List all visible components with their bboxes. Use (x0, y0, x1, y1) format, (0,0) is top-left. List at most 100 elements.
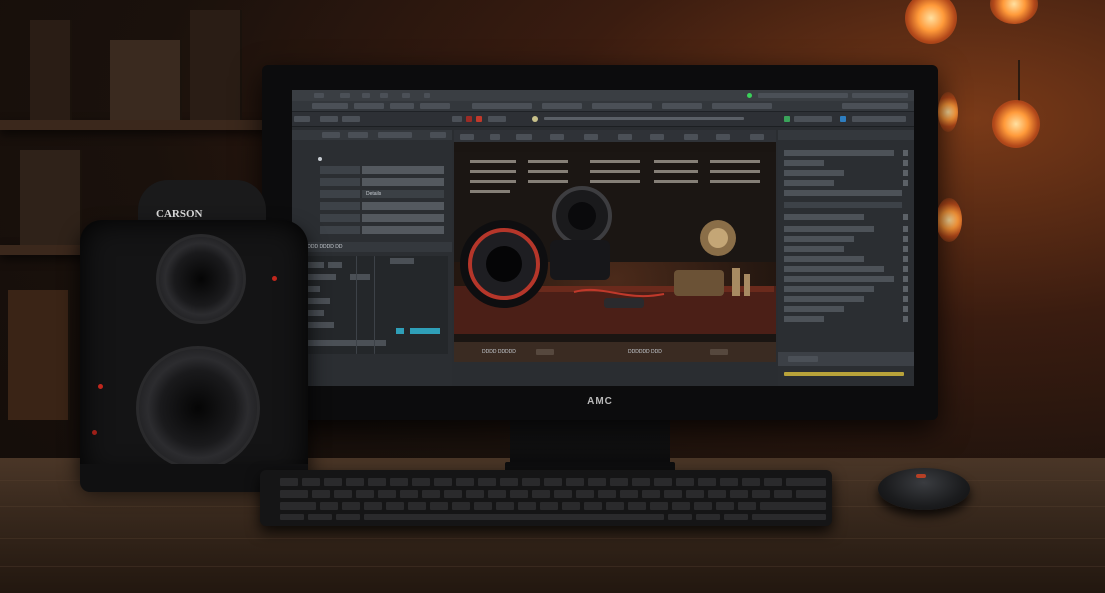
inspector-field[interactable] (784, 202, 902, 208)
key[interactable] (738, 502, 756, 510)
scrubber-track[interactable] (544, 117, 744, 120)
inspector-toggle[interactable] (903, 266, 908, 272)
key[interactable] (566, 478, 584, 486)
inspector-field[interactable] (784, 246, 844, 252)
timeline-marker[interactable] (410, 328, 440, 334)
key[interactable] (676, 478, 694, 486)
inspector-field[interactable] (784, 306, 844, 312)
key[interactable] (408, 502, 426, 510)
inspector-row[interactable] (784, 266, 908, 272)
inspector-field[interactable] (784, 180, 834, 186)
key[interactable] (280, 514, 304, 520)
inspector-toggle[interactable] (903, 150, 908, 156)
inspector-field[interactable] (784, 256, 864, 262)
key[interactable] (430, 502, 448, 510)
key[interactable] (716, 502, 734, 510)
inspector-row[interactable] (784, 256, 908, 262)
key[interactable] (378, 490, 396, 498)
key[interactable] (584, 502, 602, 510)
key[interactable] (562, 502, 580, 510)
property-row[interactable] (314, 214, 448, 222)
inspector-row[interactable] (784, 316, 908, 322)
property-value[interactable] (362, 166, 444, 174)
inspector-field[interactable] (784, 160, 824, 166)
key[interactable] (280, 502, 316, 510)
menu-icons-strip[interactable] (758, 93, 848, 98)
key[interactable] (334, 490, 352, 498)
viewer-tab[interactable] (618, 134, 632, 140)
viewer-footer-button[interactable] (710, 349, 728, 355)
inspector-toggle[interactable] (903, 296, 908, 302)
inspector-toggle[interactable] (903, 160, 908, 166)
toolbar-button[interactable] (842, 103, 908, 109)
key[interactable] (708, 490, 726, 498)
viewer-tab[interactable] (584, 134, 598, 140)
panel-tab[interactable] (322, 132, 340, 138)
inspector-row[interactable] (784, 246, 908, 252)
toolbar-button[interactable] (354, 103, 384, 109)
key[interactable] (368, 478, 386, 486)
inspector-toggle[interactable] (903, 276, 908, 282)
viewer-tab[interactable] (684, 134, 698, 140)
window-controls[interactable] (852, 93, 908, 98)
key[interactable] (760, 502, 826, 510)
toolbar-button[interactable] (852, 116, 906, 122)
spacebar[interactable] (364, 514, 664, 520)
key[interactable] (610, 478, 628, 486)
inspector-row[interactable] (784, 202, 908, 208)
timeline-clip[interactable] (306, 286, 320, 292)
key[interactable] (302, 478, 320, 486)
toolbar-button[interactable] (488, 116, 506, 122)
key[interactable] (518, 502, 536, 510)
key[interactable] (444, 490, 462, 498)
inspector-footer-button[interactable] (788, 356, 818, 362)
inspector-toggle[interactable] (903, 180, 908, 186)
key[interactable] (668, 514, 692, 520)
key[interactable] (742, 478, 760, 486)
viewer-tab[interactable] (550, 134, 564, 140)
timeline-clip[interactable] (306, 274, 336, 280)
key[interactable] (434, 478, 452, 486)
inspector-row[interactable] (784, 226, 908, 232)
key[interactable] (786, 478, 826, 486)
key[interactable] (324, 478, 342, 486)
inspector-field[interactable] (784, 296, 864, 302)
key[interactable] (588, 478, 606, 486)
inspector-toggle[interactable] (903, 286, 908, 292)
key[interactable] (320, 502, 338, 510)
key[interactable] (280, 478, 298, 486)
timeline-clip[interactable] (390, 258, 414, 264)
toolbar-button[interactable] (390, 103, 414, 109)
key[interactable] (500, 478, 518, 486)
menu-item[interactable] (340, 93, 350, 98)
property-row[interactable] (314, 166, 448, 174)
key[interactable] (598, 490, 616, 498)
key[interactable] (686, 490, 704, 498)
timeline-clip[interactable] (306, 298, 330, 304)
key[interactable] (628, 502, 646, 510)
inspector-toggle[interactable] (903, 306, 908, 312)
key[interactable] (308, 514, 332, 520)
inspector-row[interactable] (784, 306, 908, 312)
key[interactable] (540, 502, 558, 510)
inspector-field[interactable] (784, 226, 874, 232)
inspector-row[interactable] (784, 160, 908, 166)
toolbar-button[interactable] (312, 103, 348, 109)
timeline-clip[interactable] (306, 322, 334, 328)
status-blue-icon[interactable] (840, 116, 846, 122)
toolbar-button[interactable] (320, 116, 338, 122)
key[interactable] (730, 490, 748, 498)
key[interactable] (478, 478, 496, 486)
key[interactable] (554, 490, 572, 498)
key[interactable] (620, 490, 638, 498)
toolbar-button[interactable] (342, 116, 360, 122)
inspector-field[interactable] (784, 150, 894, 156)
key[interactable] (452, 502, 470, 510)
timeline-clip[interactable] (328, 262, 342, 268)
key[interactable] (774, 490, 792, 498)
property-row[interactable] (314, 178, 448, 186)
property-value[interactable]: Details (362, 190, 444, 198)
toolbar-button[interactable] (592, 103, 652, 109)
inspector-row[interactable] (784, 236, 908, 242)
inspector-field[interactable] (784, 170, 844, 176)
